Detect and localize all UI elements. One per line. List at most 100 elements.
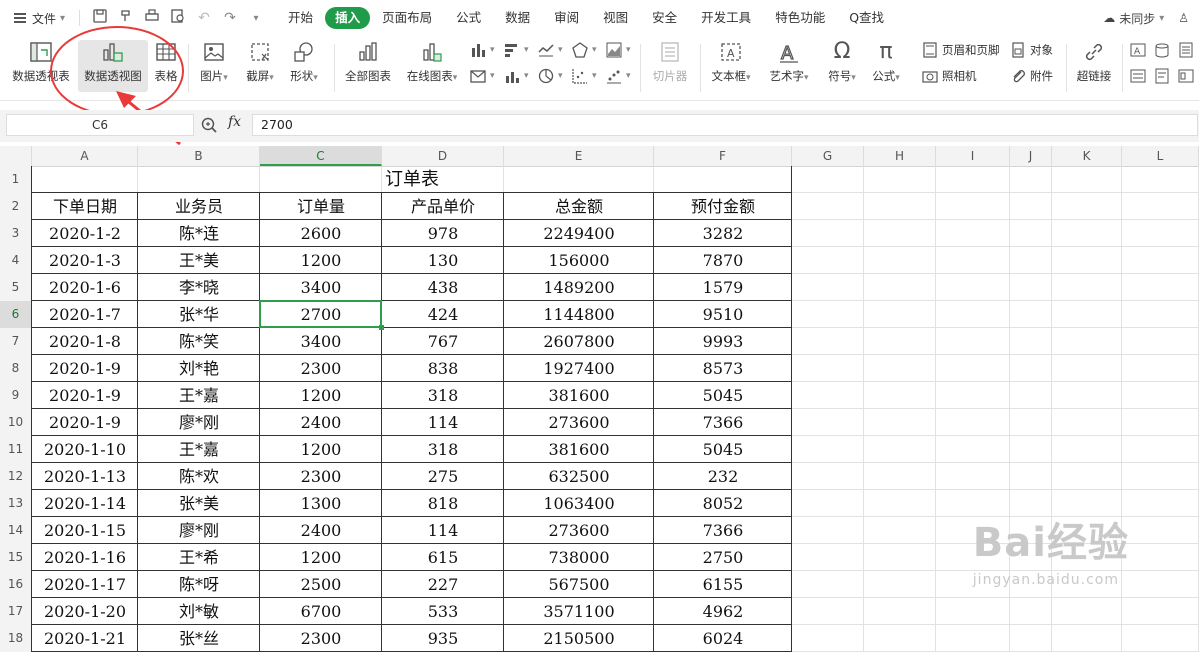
table-cell[interactable]: 2020-1-9 [32, 382, 138, 409]
screenshot-button[interactable]: 截屏▾ [240, 40, 280, 84]
stock-chart-dropdown[interactable]: ▾ [470, 68, 495, 84]
tab-home[interactable]: 开始 [276, 7, 325, 29]
table-cell[interactable]: 1489200 [504, 274, 654, 301]
header-cell[interactable]: 下单日期 [32, 193, 138, 220]
redo-icon[interactable]: ↷ [222, 10, 238, 26]
table-cell[interactable]: 3571100 [504, 598, 654, 625]
row-header-17[interactable]: 17 [0, 598, 31, 625]
table-cell[interactable]: 2750 [654, 544, 792, 571]
row-header-15[interactable]: 15 [0, 544, 31, 571]
table-cell[interactable]: 615 [382, 544, 504, 571]
column-header-c[interactable]: C [260, 146, 382, 166]
table-cell[interactable]: 7366 [654, 517, 792, 544]
name-box[interactable]: C6 [6, 114, 194, 136]
table-cell[interactable]: 273600 [504, 409, 654, 436]
area-chart-dropdown[interactable]: ▾ [606, 42, 631, 58]
header-footer-button[interactable]: 页眉和页脚 [922, 42, 1000, 58]
table-cell[interactable]: 廖*刚 [138, 409, 260, 436]
table-cell[interactable]: 2020-1-2 [32, 220, 138, 247]
table-cell[interactable]: 381600 [504, 436, 654, 463]
table-title[interactable]: 订单表 [32, 166, 792, 193]
save-icon[interactable] [92, 9, 108, 27]
tab-insert[interactable]: 插入 [325, 7, 371, 29]
row-header-1[interactable]: 1 [0, 166, 31, 193]
tab-page-layout[interactable]: 页面布局 [370, 7, 444, 29]
row-header-9[interactable]: 9 [0, 382, 31, 409]
radar-chart-dropdown[interactable]: ▾ [572, 42, 597, 58]
column-header-a[interactable]: A [32, 146, 138, 166]
table-cell[interactable]: 1063400 [504, 490, 654, 517]
table-cell[interactable]: 2500 [260, 571, 382, 598]
tab-developer[interactable]: 开发工具 [689, 7, 763, 29]
table-cell[interactable]: 438 [382, 274, 504, 301]
collaborate-icon[interactable]: ♙ [1178, 11, 1189, 25]
table-cell[interactable]: 2020-1-13 [32, 463, 138, 490]
scatter-chart-dropdown[interactable]: ▾ [572, 68, 597, 84]
table-cell[interactable]: 刘*艳 [138, 355, 260, 382]
customize-chevron-icon[interactable]: ▾ [248, 13, 264, 24]
header-cell[interactable]: 订单量 [260, 193, 382, 220]
tab-data[interactable]: 数据 [493, 7, 542, 29]
print-icon[interactable] [144, 9, 160, 27]
table-cell[interactable]: 818 [382, 490, 504, 517]
header-cell[interactable]: 业务员 [138, 193, 260, 220]
row-header-7[interactable]: 7 [0, 328, 31, 355]
slicer-button[interactable]: 切片器 [646, 40, 694, 84]
tab-review[interactable]: 审阅 [542, 7, 591, 29]
object-button[interactable]: 对象 [1010, 42, 1053, 58]
table-cell[interactable]: 273600 [504, 517, 654, 544]
column-header-g[interactable]: G [792, 146, 864, 166]
table-cell[interactable]: 8573 [654, 355, 792, 382]
fx-button[interactable]: fx [228, 114, 241, 130]
table-cell[interactable]: 1200 [260, 436, 382, 463]
table-cell[interactable]: 2020-1-8 [32, 328, 138, 355]
select-all-corner[interactable] [0, 146, 32, 166]
column-chart-dropdown[interactable]: ▾ [470, 42, 495, 58]
print-preview-icon[interactable] [170, 9, 186, 27]
table-cell[interactable]: 2020-1-6 [32, 274, 138, 301]
table-cell[interactable]: 1200 [260, 544, 382, 571]
table-cell[interactable]: 2020-1-17 [32, 571, 138, 598]
table-cell[interactable]: 王*嘉 [138, 382, 260, 409]
column-header-b[interactable]: B [138, 146, 260, 166]
table-cell[interactable]: 5045 [654, 436, 792, 463]
table-cell[interactable]: 王*嘉 [138, 436, 260, 463]
tab-view[interactable]: 视图 [591, 7, 640, 29]
tab-security[interactable]: 安全 [640, 7, 689, 29]
table-cell[interactable]: 567500 [504, 571, 654, 598]
table-cell[interactable]: 130 [382, 247, 504, 274]
table-cell[interactable]: 1144800 [504, 301, 654, 328]
table-cell[interactable]: 3282 [654, 220, 792, 247]
table-cell[interactable]: 2300 [260, 625, 382, 652]
sync-status[interactable]: ☁ 未同步 ▾ ♙ [1103, 0, 1189, 36]
online-charts-button[interactable]: 在线图表▾ [400, 40, 464, 84]
table-cell[interactable]: 1579 [654, 274, 792, 301]
table-cell[interactable]: 318 [382, 382, 504, 409]
formula-input[interactable]: 2700 [252, 114, 1198, 136]
table-cell[interactable]: 4962 [654, 598, 792, 625]
textbox-a-icon[interactable]: A [1130, 42, 1146, 58]
table-cell[interactable]: 2020-1-16 [32, 544, 138, 571]
table-cell[interactable]: 381600 [504, 382, 654, 409]
table-cell[interactable]: 2607800 [504, 328, 654, 355]
table-cell[interactable]: 767 [382, 328, 504, 355]
table-cell[interactable]: 2600 [260, 220, 382, 247]
table-cell[interactable]: 2020-1-7 [32, 301, 138, 328]
undo-icon[interactable]: ↶ [196, 10, 212, 26]
table-cell[interactable]: 1200 [260, 382, 382, 409]
table-cell[interactable]: 978 [382, 220, 504, 247]
table-cell[interactable]: 7870 [654, 247, 792, 274]
all-charts-button[interactable]: 全部图表 [340, 40, 396, 84]
zoom-formula-icon[interactable] [200, 116, 218, 134]
row-header-5[interactable]: 5 [0, 274, 31, 301]
row-header-13[interactable]: 13 [0, 490, 31, 517]
column-header-l[interactable]: L [1122, 146, 1199, 166]
document-icon[interactable] [1178, 42, 1194, 58]
table-cell[interactable]: 2020-1-21 [32, 625, 138, 652]
form-icon[interactable] [1178, 68, 1194, 84]
table-cell[interactable]: 陈*欢 [138, 463, 260, 490]
table-cell[interactable]: 2020-1-9 [32, 409, 138, 436]
table-cell[interactable]: 2400 [260, 409, 382, 436]
column-header-d[interactable]: D [382, 146, 504, 166]
hyperlink-button[interactable]: 超链接 [1072, 40, 1116, 84]
